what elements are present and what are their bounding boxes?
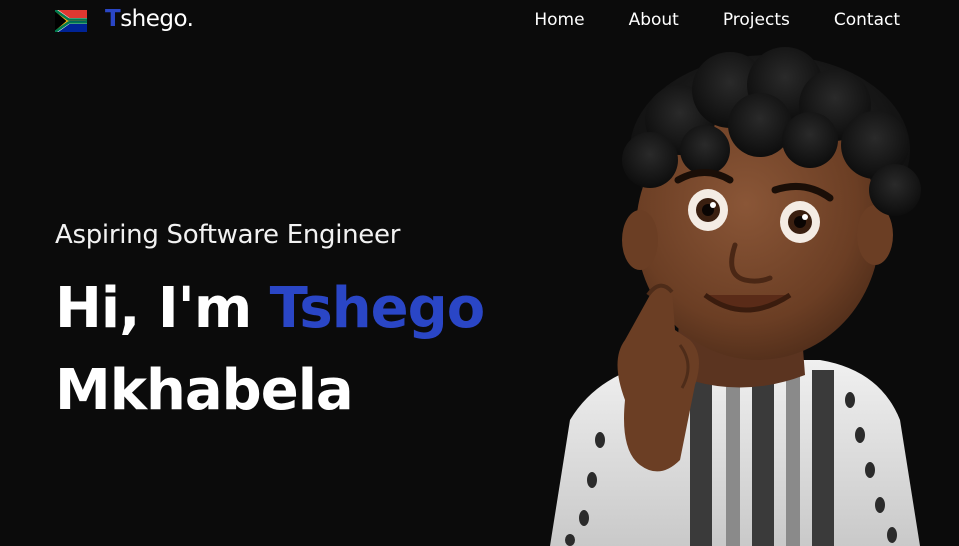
hero-headline: Hi, I'm Tshego Mkhabela <box>55 268 485 432</box>
hero-first-name: Tshego <box>269 276 485 341</box>
hero-greeting: Hi, I'm <box>55 276 270 341</box>
logo-text: shego. <box>120 6 194 32</box>
south-africa-flag-icon <box>55 10 87 32</box>
nav-about[interactable]: About <box>629 10 679 30</box>
site-header: Tshego. Home About Projects Contact <box>0 0 959 44</box>
nav-contact[interactable]: Contact <box>834 10 900 30</box>
portfolio-page: Tshego. Home About Projects Contact Aspi… <box>0 0 959 546</box>
nav-home[interactable]: Home <box>534 10 584 30</box>
hero-subtitle: Aspiring Software Engineer <box>55 220 401 250</box>
main-nav: Home About Projects Contact <box>490 10 900 30</box>
site-logo[interactable]: Tshego. <box>105 6 194 32</box>
memoji-avatar-illustration <box>550 47 921 546</box>
nav-projects[interactable]: Projects <box>723 10 790 30</box>
hero-last-name: Mkhabela <box>55 358 354 423</box>
logo-initial: T <box>105 6 121 32</box>
